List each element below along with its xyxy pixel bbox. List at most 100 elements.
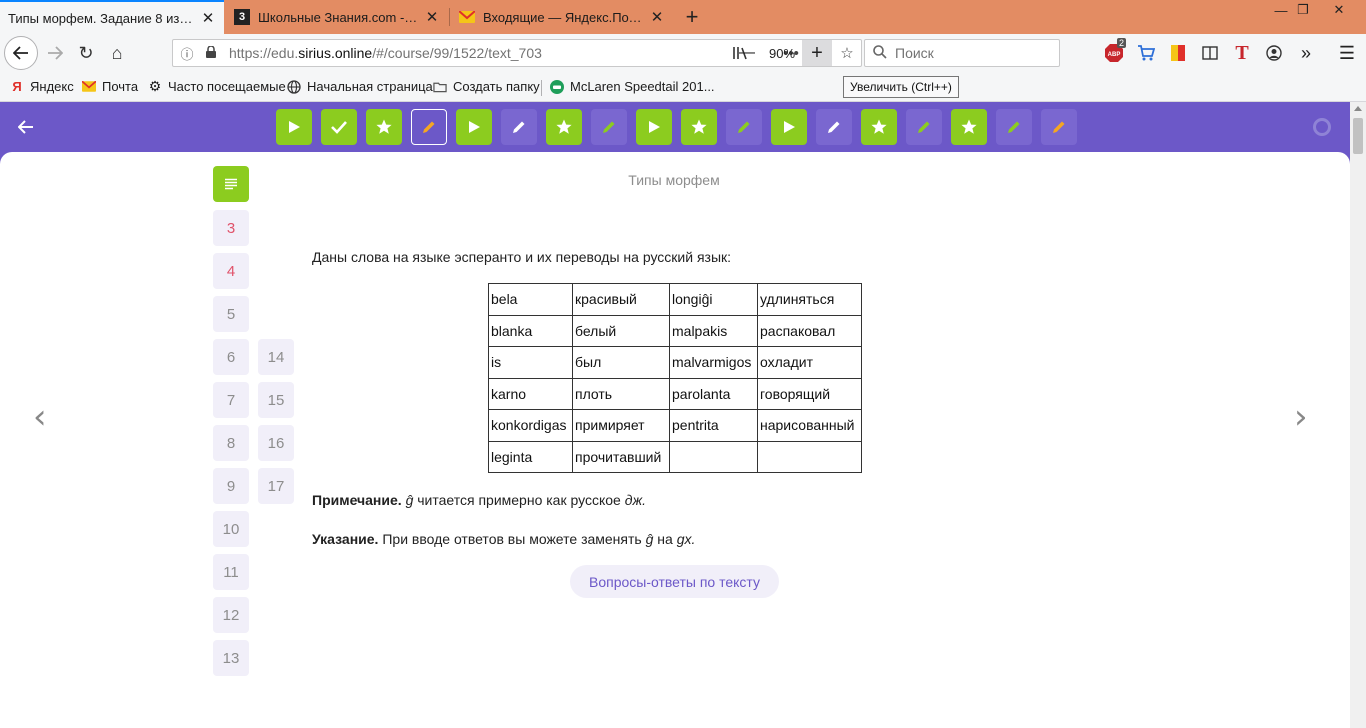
step-18-pencil[interactable] <box>1041 109 1077 145</box>
qa-button[interactable]: Вопросы-ответы по тексту <box>570 565 779 598</box>
search-input[interactable]: Поиск <box>864 39 1060 67</box>
step-11-pencil[interactable] <box>726 109 762 145</box>
esperanto-word-cell: pentrita <box>669 409 758 442</box>
bookmark-mail[interactable]: Почта <box>82 79 138 94</box>
zoom-in-button[interactable]: + <box>802 40 832 66</box>
bookmark-separator <box>541 80 542 96</box>
tab-separator <box>449 8 450 26</box>
question-tile-10[interactable]: 10 <box>213 511 249 547</box>
question-tile-3[interactable]: 3 <box>213 210 249 246</box>
translation-cell: удлиняться <box>757 283 862 316</box>
bookmark-mclaren[interactable]: McLaren Speedtail 201... <box>550 79 715 94</box>
tab-title: Входящие — Яндекс.Почта <box>483 9 643 25</box>
esperanto-word-cell: konkordigas <box>488 409 573 442</box>
close-window-icon[interactable]: ✕ <box>1324 0 1354 20</box>
question-tile-8[interactable]: 8 <box>213 425 249 461</box>
question-tile-5[interactable]: 5 <box>213 296 249 332</box>
intro-text: Даны слова на языке эсперанто и их перев… <box>312 249 732 265</box>
home-button[interactable]: ⌂ <box>102 38 132 68</box>
pencil-icon <box>512 120 526 134</box>
tab-znania[interactable]: 3 Школьные Знания.com - Реш ✕ <box>226 0 448 34</box>
reader-view-icon[interactable] <box>1199 42 1221 64</box>
text-tile[interactable] <box>213 166 249 202</box>
step-2-check[interactable] <box>321 109 357 145</box>
gear-icon: ⚙ <box>148 78 162 94</box>
step-8-pencil[interactable] <box>591 109 627 145</box>
cart-icon[interactable] <box>1135 42 1157 64</box>
translation-cell: красивый <box>572 283 670 316</box>
question-tile-14[interactable]: 14 <box>258 339 294 375</box>
zoom-controls: — 90% + <box>732 40 832 66</box>
zoom-out-button[interactable]: — <box>732 40 762 66</box>
translation-cell: нарисованный <box>757 409 862 442</box>
yandex-bookmark-icon[interactable] <box>1167 42 1189 64</box>
bookmark-create-folder[interactable]: Создать папку <box>433 79 540 94</box>
step-13-pencil[interactable] <box>816 109 852 145</box>
question-tile-9[interactable]: 9 <box>213 468 249 504</box>
tab-yandex-mail[interactable]: Входящие — Яндекс.Почта ✕ <box>451 0 673 34</box>
overflow-chevron-icon[interactable]: » <box>1295 42 1317 64</box>
back-button[interactable] <box>4 36 38 70</box>
question-tile-17[interactable]: 17 <box>258 468 294 504</box>
question-tile-6[interactable]: 6 <box>213 339 249 375</box>
tab-sirius[interactable]: Типы морфем. Задание 8 из 73 — ✕ <box>0 0 224 34</box>
hint-replacement: gx. <box>676 531 696 547</box>
step-9-video[interactable] <box>636 109 672 145</box>
adblock-icon[interactable]: ABP 2 <box>1103 38 1127 64</box>
info-icon[interactable]: ⓘ <box>177 44 197 63</box>
scroll-up-icon[interactable] <box>1354 106 1362 111</box>
menu-hamburger-icon[interactable]: ☰ <box>1336 42 1358 64</box>
question-tile-15[interactable]: 15 <box>258 382 294 418</box>
close-tab-icon[interactable]: ✕ <box>200 9 216 27</box>
step-10-star[interactable] <box>681 109 717 145</box>
account-icon[interactable] <box>1263 42 1285 64</box>
question-tile-16[interactable]: 16 <box>258 425 294 461</box>
step-14-star[interactable] <box>861 109 897 145</box>
next-arrow-icon[interactable]: › <box>1294 397 1308 437</box>
bookmark-label: Часто посещаемые <box>168 79 286 94</box>
step-4-pencil[interactable] <box>411 109 447 145</box>
prev-arrow-icon[interactable]: ‹ <box>33 397 47 437</box>
navigation-toolbar: ↻ ⌂ ⓘ https://edu.sirius.online/#/course… <box>0 34 1366 72</box>
step-12-video[interactable] <box>771 109 807 145</box>
svg-text:ABP: ABP <box>1108 52 1121 58</box>
step-17-pencil[interactable] <box>996 109 1032 145</box>
step-7-star[interactable] <box>546 109 582 145</box>
esperanto-word-cell: longiĝi <box>669 283 758 316</box>
forward-button[interactable] <box>40 38 70 68</box>
bookmark-most-visited[interactable]: ⚙ Часто посещаемые <box>148 78 286 94</box>
step-3-star[interactable] <box>366 109 402 145</box>
page-scrollbar[interactable] <box>1350 102 1366 728</box>
close-tab-icon[interactable]: ✕ <box>424 8 440 26</box>
esperanto-word-cell: parolanta <box>669 377 758 410</box>
step-15-pencil[interactable] <box>906 109 942 145</box>
restore-icon[interactable]: ❐ <box>1288 0 1318 20</box>
bookmark-label: McLaren Speedtail 201... <box>570 79 715 94</box>
esperanto-word-cell: leginta <box>488 440 573 473</box>
question-tile-13[interactable]: 13 <box>213 640 249 676</box>
back-arrow-icon[interactable] <box>14 115 38 139</box>
url-text[interactable]: https://edu.sirius.online/#/course/99/15… <box>229 45 777 61</box>
question-tile-11[interactable]: 11 <box>213 554 249 590</box>
scrollbar-thumb[interactable] <box>1353 118 1363 154</box>
question-tile-4[interactable]: 4 <box>213 253 249 289</box>
new-tab-button[interactable]: + <box>678 0 706 34</box>
bookmark-star-icon[interactable]: ☆ <box>833 44 861 62</box>
reload-button[interactable]: ↻ <box>71 38 101 68</box>
step-5-video[interactable] <box>456 109 492 145</box>
zoom-level[interactable]: 90% <box>762 40 802 66</box>
bookmark-yandex[interactable]: Я Яндекс <box>10 79 73 94</box>
star-icon <box>871 119 887 135</box>
step-1-video[interactable] <box>276 109 312 145</box>
close-tab-icon[interactable]: ✕ <box>649 8 665 26</box>
step-6-pencil[interactable] <box>501 109 537 145</box>
question-tile-12[interactable]: 12 <box>213 597 249 633</box>
translate-icon[interactable]: T <box>1231 42 1253 64</box>
pencil-icon <box>917 120 931 134</box>
bookmark-start-page[interactable]: Начальная страница <box>287 79 433 94</box>
step-16-star[interactable] <box>951 109 987 145</box>
question-tile-7[interactable]: 7 <box>213 382 249 418</box>
bookmark-label: Начальная страница <box>307 79 433 94</box>
esperanto-word-cell: malpakis <box>669 314 758 347</box>
lock-icon[interactable] <box>201 44 221 61</box>
